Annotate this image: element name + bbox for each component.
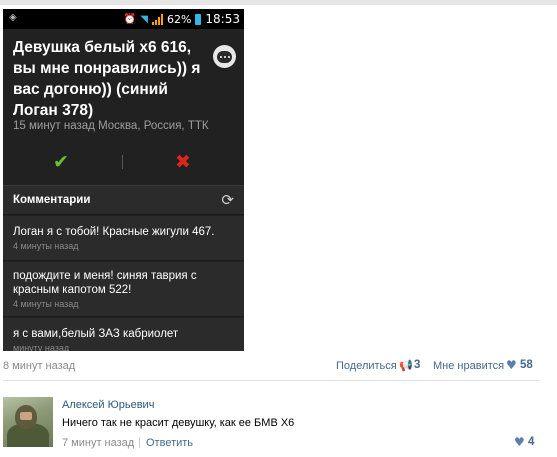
top-border	[0, 0, 557, 5]
heart-icon[interactable]: ♥	[506, 358, 517, 372]
like-button[interactable]: Мне нравится	[433, 360, 504, 372]
alarm-icon: ⏰	[123, 13, 137, 25]
avatar[interactable]	[3, 397, 53, 447]
comment-item[interactable]: я с вами,белый ЗАЗ кабриолет минуту наза…	[3, 318, 244, 351]
checkmark-icon[interactable]: ✔	[53, 152, 69, 172]
post-meta: 15 минут назад Москва, Россия, ТТК	[13, 120, 209, 132]
post-title: Девушка белый х6 616, вы мне понравились…	[13, 39, 201, 119]
status-time: 18:53	[205, 12, 240, 26]
divider	[3, 380, 540, 381]
comment-text: Логан я с тобой! Красные жигули 467.	[13, 226, 215, 238]
comment-text: Ничего так не красит девушку, как ее БМВ…	[62, 417, 295, 429]
attached-screenshot[interactable]: ◈ ⏰ ◥ 62% 18:53 Девушка белый х6 616, вы…	[3, 9, 244, 351]
comment-time: минуту назад	[13, 343, 70, 351]
comment-author[interactable]: Алексей Юрьевич	[62, 399, 154, 411]
comment-like-count[interactable]: 4	[528, 436, 534, 448]
status-icons: ⏰ ◥ 62% 18:53	[124, 12, 240, 26]
vote-divider	[122, 155, 123, 169]
comment-text: я с вами,белый ЗАЗ кабриолет	[13, 328, 179, 340]
comment-bubble-icon[interactable]	[213, 45, 236, 68]
wifi-icon: ◥	[140, 13, 148, 25]
like-count[interactable]: 58	[520, 359, 533, 371]
comments-title: Комментарии	[13, 194, 91, 206]
heart-icon[interactable]: ♥	[514, 435, 525, 449]
comment-item[interactable]: подождите и меня! синяя таврия с красным…	[3, 262, 244, 317]
refresh-icon[interactable]: ⟳	[221, 191, 234, 209]
cross-icon[interactable]: ✖	[175, 152, 191, 172]
share-button[interactable]: Поделиться	[336, 360, 397, 372]
comment-text: подождите и меня! синяя таврия с красным…	[13, 270, 197, 296]
comment-timestamp[interactable]: 7 минут назад	[62, 437, 134, 449]
vote-row: ✔ ✖	[3, 149, 244, 175]
status-bar: ◈ ⏰ ◥ 62% 18:53	[3, 9, 244, 29]
comment-time: 4 минуты назад	[13, 299, 79, 309]
battery-percent: 62%	[166, 12, 192, 26]
battery-icon	[195, 13, 202, 25]
megaphone-icon[interactable]: 📢	[399, 359, 413, 372]
post-timestamp[interactable]: 8 минут назад	[3, 360, 75, 372]
share-count[interactable]: 3	[414, 359, 420, 371]
comment-time: 4 минуты назад	[13, 241, 79, 251]
signal-icon	[151, 13, 163, 25]
comments-header: Комментарии ⟳	[3, 185, 244, 215]
reply-button[interactable]: Ответить	[146, 437, 193, 449]
sim-icon: ◈	[9, 12, 17, 23]
comment-item[interactable]: Логан я с тобой! Красные жигули 467. 4 м…	[3, 216, 244, 261]
separator: |	[138, 436, 141, 448]
